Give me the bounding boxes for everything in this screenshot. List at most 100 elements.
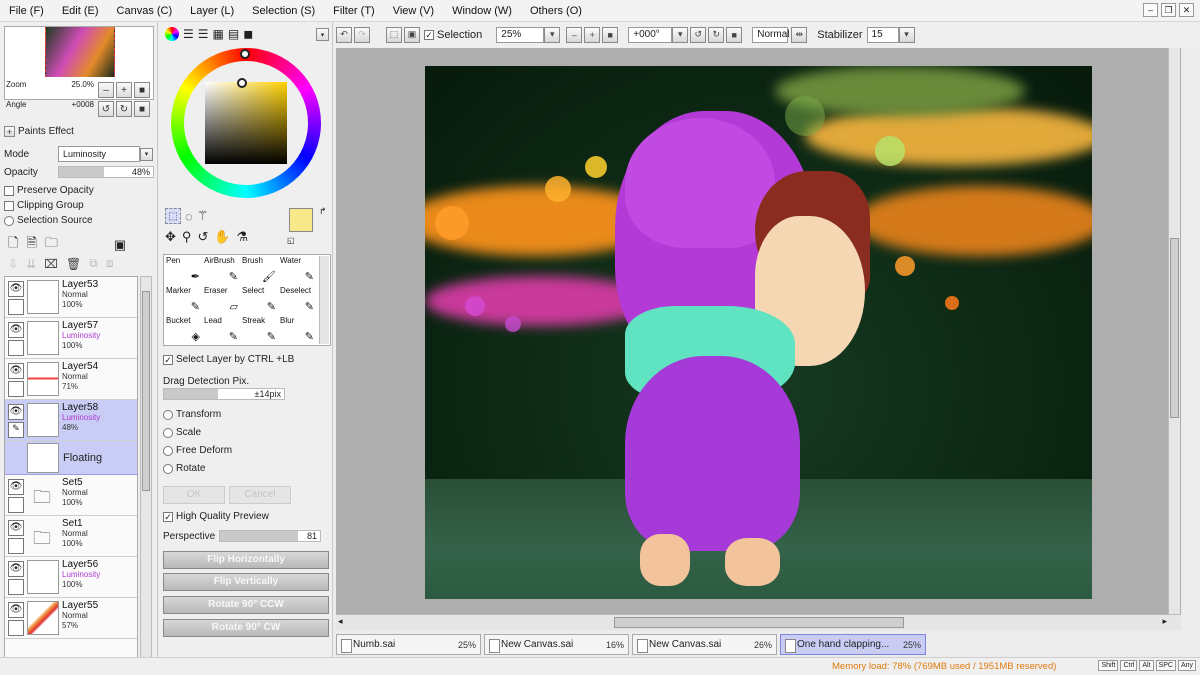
scroll-right-icon[interactable]: ▸ — [1162, 616, 1167, 627]
eye-icon[interactable]: 👁 — [8, 281, 24, 297]
tool-lead[interactable]: Lead ✎ — [204, 316, 242, 346]
flatten-icon[interactable]: ⧈ — [106, 256, 114, 271]
lock-toggle[interactable] — [8, 340, 24, 356]
toolbar-zoom-in-icon[interactable]: + — [584, 26, 601, 43]
stabilizer-select[interactable]: 15 — [866, 26, 899, 43]
invert-selection-icon[interactable]: ▣ — [404, 26, 420, 43]
eyedropper-icon[interactable]: ⚗ — [237, 229, 249, 245]
eye-icon[interactable]: 👁 — [8, 404, 24, 420]
blend-mode-select[interactable]: Normal — [752, 26, 790, 43]
menu-window[interactable]: Window (W) — [443, 5, 521, 17]
zoom-in-icon[interactable]: + — [116, 82, 132, 98]
layer-row[interactable]: 👁 Layer53 Normal 100% — [5, 277, 137, 318]
zoom-out-icon[interactable]: – — [98, 82, 114, 98]
tool-marker[interactable]: Marker ✎ — [166, 286, 204, 316]
tool-pen[interactable]: Pen ✒ — [166, 256, 204, 286]
new-layer-icon[interactable]: 🗋 — [8, 234, 18, 256]
eye-icon[interactable]: 👁 — [8, 363, 24, 379]
rotate-right-icon[interactable]: ↻ — [116, 101, 132, 117]
tool-eraser[interactable]: Eraser ▱ — [204, 286, 242, 316]
clear-layer-icon[interactable]: ⌧ — [44, 257, 58, 271]
move-icon[interactable]: ✥ — [165, 229, 176, 245]
layer-set-row[interactable]: 👁 🗀 Set5 Normal 100% — [5, 475, 137, 516]
drag-detection-slider[interactable]: ±14pix — [163, 388, 285, 400]
chevron-down-icon[interactable]: ▾ — [140, 147, 153, 161]
lock-toggle[interactable] — [8, 579, 24, 595]
delete-layer-icon[interactable]: 🗑 — [66, 257, 81, 271]
minimize-icon[interactable]: – — [1143, 3, 1158, 17]
scale-radio[interactable] — [163, 427, 173, 438]
zoom-reset-icon[interactable]: ■ — [134, 82, 150, 98]
new-linework-layer-icon[interactable]: 🗎 — [26, 234, 36, 256]
selection-checkbox[interactable] — [424, 29, 434, 40]
layer-set-row[interactable]: 👁 🗀 Set1 Normal 100% — [5, 516, 137, 557]
rotate-tool-icon[interactable]: ↺ — [197, 229, 208, 245]
eye-icon[interactable]: 👁 — [8, 322, 24, 338]
menu-file[interactable]: File (F) — [0, 5, 53, 17]
stabilizer-dropdown-icon[interactable]: ▾ — [898, 26, 915, 43]
rgb-slider-icon[interactable]: ☰ — [183, 27, 194, 41]
paints-effect-toggle-icon[interactable]: + — [4, 126, 15, 137]
color-wheel[interactable] — [171, 48, 321, 198]
undo-icon[interactable]: ↶ — [336, 26, 352, 43]
reset-colors-icon[interactable]: ◱ — [287, 236, 295, 245]
toolbar-rotate-right-icon[interactable]: ↻ — [708, 26, 725, 43]
tool-grid-scrollbar[interactable] — [319, 256, 329, 344]
rotate-reset-icon[interactable]: ■ — [134, 101, 150, 117]
lock-toggle[interactable] — [8, 381, 24, 397]
tool-bucket[interactable]: Bucket ◈ — [166, 316, 204, 346]
zoom-select[interactable]: 25% — [496, 26, 545, 43]
tool-water[interactable]: Water ✎ — [280, 256, 318, 286]
toolbar-zoom-out-icon[interactable]: – — [566, 26, 583, 43]
lock-toggle[interactable] — [8, 299, 24, 315]
flip-vertically-button[interactable]: Flip Vertically — [163, 573, 329, 591]
sv-marker-icon[interactable] — [237, 78, 247, 88]
brush-lock-icon[interactable]: ✎ — [8, 422, 24, 438]
menu-filter[interactable]: Filter (T) — [324, 5, 384, 17]
hq-preview-checkbox[interactable] — [163, 511, 173, 522]
tool-airbrush[interactable]: AirBrush ✎ — [204, 256, 242, 286]
layer-mask-icon[interactable]: ▣ — [114, 237, 126, 253]
redo-icon[interactable]: ↷ — [354, 26, 370, 43]
toolbar-rotate-reset-icon[interactable]: ■ — [726, 26, 743, 43]
angle-value[interactable]: +0008 — [72, 100, 94, 109]
preserve-opacity-checkbox[interactable] — [4, 185, 14, 196]
panel-collapse-icon[interactable]: ▾ — [316, 28, 329, 41]
canvas-vscrollbar[interactable] — [1168, 48, 1180, 614]
floating-layer[interactable]: Floating — [5, 441, 137, 475]
tool-blur[interactable]: Blur ✎ — [280, 316, 318, 346]
select-layer-checkbox[interactable] — [163, 354, 173, 365]
rotate-cw-button[interactable]: Rotate 90° CW — [163, 619, 329, 637]
document-tab-active[interactable]: One hand clapping... 25% — [780, 634, 926, 655]
saturation-value-square[interactable] — [205, 82, 287, 164]
lock-toggle[interactable] — [8, 497, 24, 513]
document-tab[interactable]: New Canvas.sai 16% — [484, 634, 629, 655]
deselect-toolbar-icon[interactable]: ⬚ — [386, 26, 402, 43]
color-wheel-mode-icon[interactable] — [165, 27, 179, 41]
menu-selection[interactable]: Selection (S) — [243, 5, 324, 17]
angle-dropdown-icon[interactable]: ▾ — [672, 26, 689, 43]
eye-icon[interactable]: 👁 — [8, 520, 24, 536]
layer-row[interactable]: 👁 Layer55 Normal 57% — [5, 598, 137, 639]
zoom-dropdown-icon[interactable]: ▾ — [544, 26, 561, 43]
rotate-left-icon[interactable]: ↺ — [98, 101, 114, 117]
zoom-tool-icon[interactable]: ⚲ — [182, 229, 192, 245]
clipping-group-checkbox[interactable] — [4, 200, 14, 211]
selection-source-radio[interactable] — [4, 215, 14, 226]
restore-icon[interactable]: ❐ — [1161, 3, 1176, 17]
magic-wand-icon[interactable]: ⚚ — [197, 208, 209, 224]
primary-color-swatch[interactable] — [289, 208, 313, 232]
eye-icon[interactable]: 👁 — [8, 602, 24, 618]
perspective-slider[interactable]: 81 — [219, 530, 321, 542]
layer-row[interactable]: 👁 Layer54 Normal 71% — [5, 359, 137, 400]
flip-horizontally-button[interactable]: Flip Horizontally — [163, 551, 329, 569]
lasso-icon[interactable]: ◌ — [185, 209, 193, 224]
opacity-slider[interactable]: 48% — [58, 166, 154, 178]
document-tab[interactable]: New Canvas.sai 26% — [632, 634, 777, 655]
zoom-value[interactable]: 25.0% — [71, 80, 94, 89]
rotate-ccw-button[interactable]: Rotate 90° CCW — [163, 596, 329, 614]
merge-visible-icon[interactable]: ⧉ — [89, 256, 98, 271]
tool-select[interactable]: Select ✎ — [242, 286, 280, 316]
ok-button[interactable]: OK — [163, 486, 225, 504]
toolbar-rotate-left-icon[interactable]: ↺ — [690, 26, 707, 43]
